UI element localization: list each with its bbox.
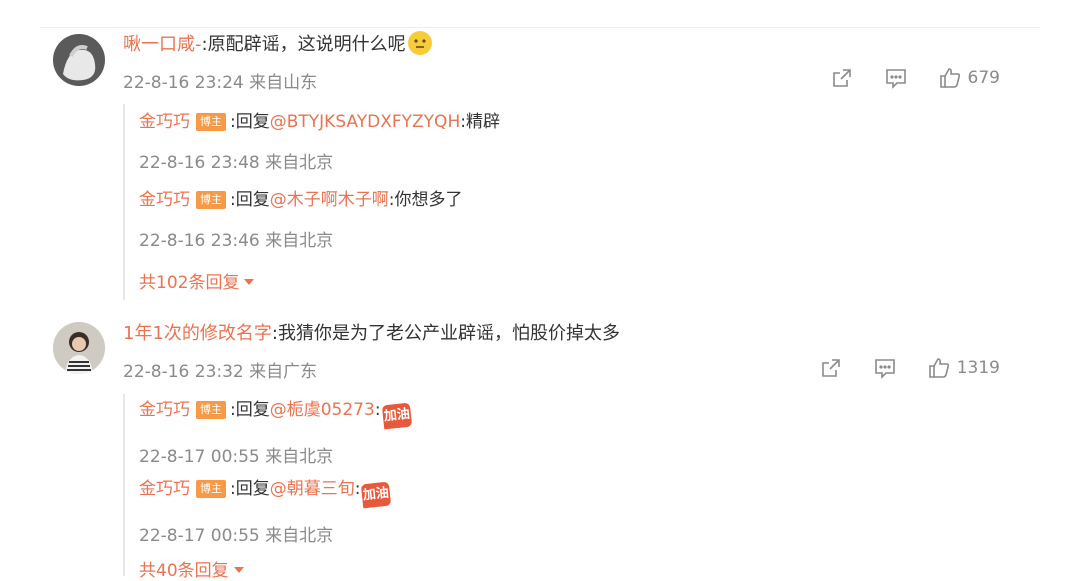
reply-mention[interactable]: @朝暮三旬 [270, 479, 355, 499]
reply-body: : [374, 400, 381, 420]
share-icon [832, 69, 851, 87]
reply-item: 金巧巧 博主:回复@栀虞05273: 加油 22-8-17 00:55 来自北京 [139, 398, 412, 467]
reply-mention[interactable]: @栀虞05273 [270, 400, 375, 420]
blogger-badge: 博主 [196, 191, 226, 209]
reply-list: 金巧巧 博主:回复@BTYJKSAYDXFYZYQH:精辟 22-8-16 23:… [123, 104, 500, 300]
cheer-sticker-icon: 加油 [381, 402, 412, 430]
reply-meta: 22-8-17 00:55 来自北京 [139, 526, 334, 546]
avatar-image [53, 34, 105, 86]
reply-item: 金巧巧 博主:回复@木子啊木子啊:你想多了 22-8-16 23:46 来自北京 [139, 188, 462, 251]
reply-body: : [354, 479, 361, 499]
cheer-sticker-icon: 加油 [361, 481, 392, 509]
reply-author[interactable]: 金巧巧 [139, 112, 190, 132]
reply-body: :精辟 [460, 112, 500, 132]
comment-icon [885, 69, 906, 89]
reply-author[interactable]: 金巧巧 [139, 400, 190, 420]
like-count: 1319 [956, 358, 1000, 378]
thumbs-up-icon [928, 358, 949, 378]
reply-prefix: :回复 [230, 400, 270, 420]
reply-author[interactable]: 金巧巧 [139, 190, 190, 210]
avatar[interactable] [53, 34, 105, 86]
comment-meta: 22-8-16 23:32 来自广东 [123, 362, 318, 382]
reply-mention[interactable]: @木子啊木子啊 [270, 190, 389, 210]
comment-text: 啾一口咸-:原配辟谣，这说明什么呢 [123, 31, 432, 58]
share-button[interactable] [819, 356, 843, 380]
like-count: 679 [967, 68, 1000, 88]
divider [40, 27, 1040, 28]
like-button[interactable]: 679 [938, 66, 1000, 90]
comment-author[interactable]: 1年1次的修改名字 [123, 323, 272, 344]
reply-item: 金巧巧 博主:回复@朝暮三旬: 加油 22-8-17 00:55 来自北京 [139, 477, 392, 546]
reply-meta: 22-8-17 00:55 来自北京 [139, 447, 334, 467]
comment-text: 1年1次的修改名字:我猜你是为了老公产业辟谣，怕股价掉太多 [123, 321, 620, 347]
reply-list: 金巧巧 博主:回复@栀虞05273: 加油 22-8-17 00:55 来自北京 金… [123, 394, 412, 581]
share-button[interactable] [830, 66, 854, 90]
share-icon [821, 359, 840, 377]
more-replies-link[interactable]: 共102条回复 [139, 268, 255, 293]
smiley-emoji-icon [407, 31, 432, 55]
reply-meta: 22-8-16 23:46 来自北京 [139, 231, 334, 251]
more-replies-label: 共40条回复 [139, 561, 229, 581]
comment-author[interactable]: 啾一口咸- [123, 34, 202, 55]
like-button[interactable]: 1319 [927, 356, 1000, 380]
avatar[interactable] [53, 322, 105, 374]
blogger-badge: 博主 [196, 113, 226, 131]
reply-author[interactable]: 金巧巧 [139, 479, 190, 499]
chevron-down-icon [244, 279, 255, 285]
blogger-badge: 博主 [196, 401, 226, 419]
comment-actions: 1319 [789, 356, 1000, 380]
comment-actions: 679 [800, 66, 1000, 90]
comment-body: :我猜你是为了老公产业辟谣，怕股价掉太多 [271, 323, 620, 344]
more-replies-link[interactable]: 共40条回复 [139, 556, 244, 581]
comment-meta: 22-8-16 23:24 来自山东 [123, 73, 318, 93]
more-replies-label: 共102条回复 [139, 273, 240, 293]
reply-prefix: :回复 [230, 190, 270, 210]
comment-button[interactable] [873, 356, 897, 380]
reply-item: 金巧巧 博主:回复@BTYJKSAYDXFYZYQH:精辟 22-8-16 23:… [139, 110, 500, 173]
thumbs-up-icon [939, 68, 960, 88]
reply-meta: 22-8-16 23:48 来自北京 [139, 153, 334, 173]
comment-body: :原配辟谣，这说明什么呢 [201, 34, 406, 55]
blogger-badge: 博主 [196, 480, 226, 498]
comment-button[interactable] [884, 66, 908, 90]
reply-mention[interactable]: @BTYJKSAYDXFYZYQH [270, 112, 461, 132]
reply-body: :你想多了 [388, 190, 463, 210]
reply-prefix: :回复 [230, 479, 270, 499]
chevron-down-icon [233, 567, 244, 573]
avatar-image [53, 322, 105, 374]
comment-icon [874, 359, 895, 379]
reply-prefix: :回复 [230, 112, 270, 132]
